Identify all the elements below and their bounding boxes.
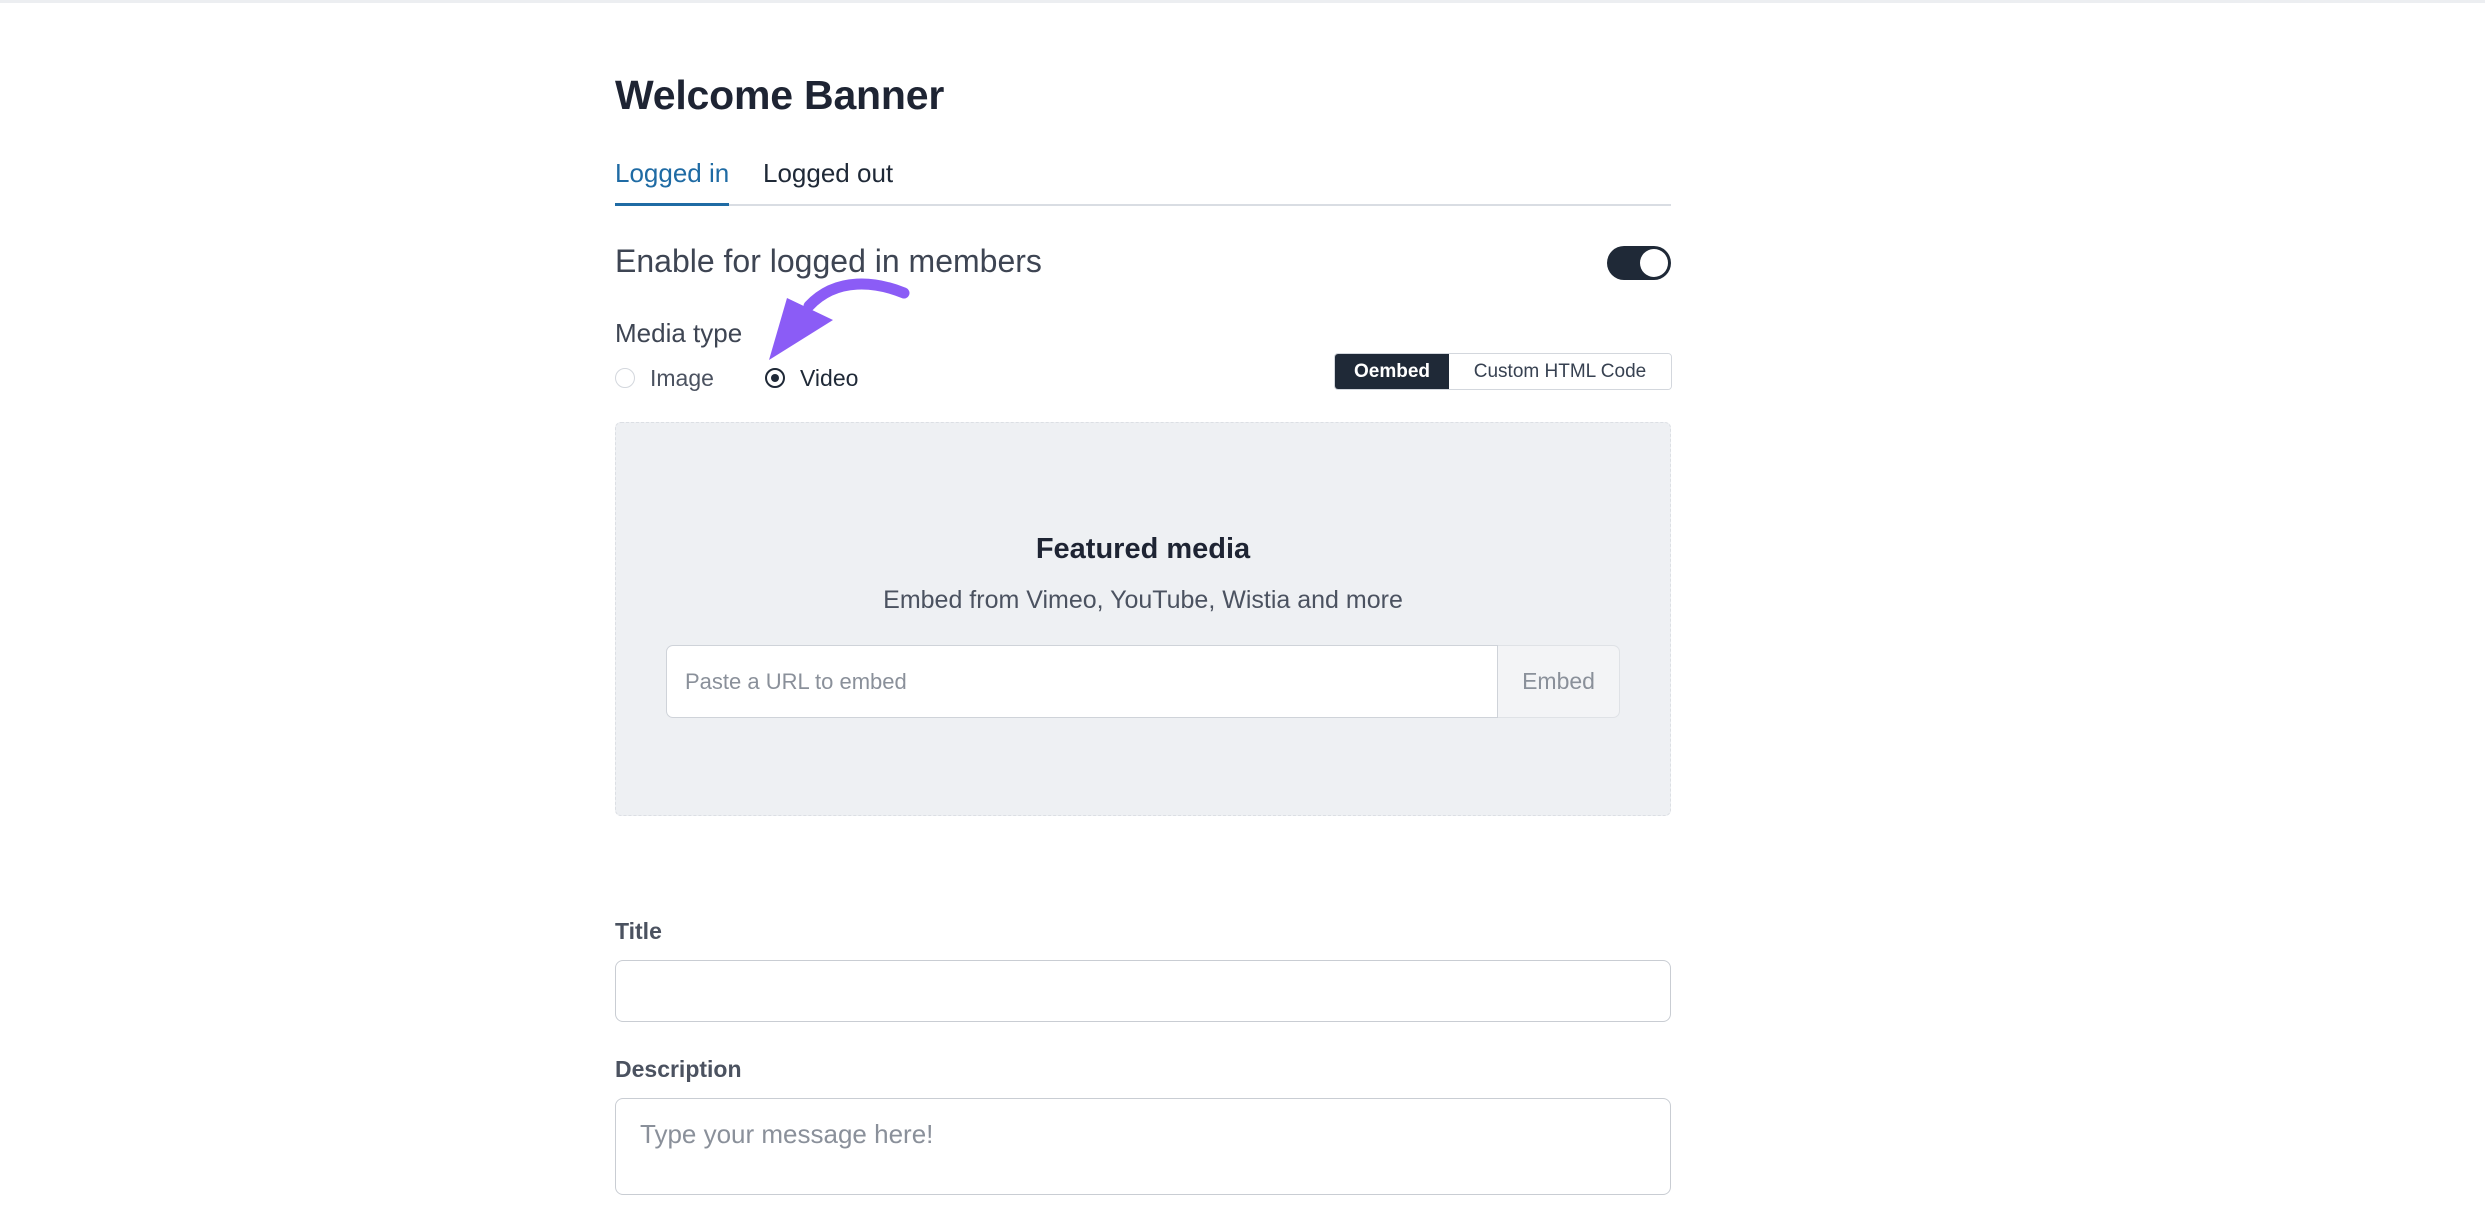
tab-logged-in[interactable]: Logged in [615, 158, 730, 206]
media-type-label: Media type [615, 318, 743, 348]
annotation-arrow-icon [769, 278, 910, 360]
enable-heading: Enable for logged in members [615, 243, 1042, 279]
radio-image-dot[interactable] [615, 368, 635, 388]
embed-mode-switch: Oembed Custom HTML Code [1334, 353, 1672, 390]
title-input[interactable] [615, 960, 1671, 1022]
tab-logged-out[interactable]: Logged out [763, 158, 893, 203]
featured-media-panel: Featured media Embed from Vimeo, YouTube… [615, 422, 1671, 816]
toggle-knob [1640, 249, 1668, 277]
embed-url-input[interactable] [666, 645, 1498, 718]
featured-media-subtitle: Embed from Vimeo, YouTube, Wistia and mo… [883, 586, 1403, 614]
embed-button[interactable]: Embed [1498, 645, 1620, 718]
featured-media-title: Featured media [1035, 533, 1251, 565]
enable-toggle[interactable] [1607, 246, 1671, 280]
tab-bar: Logged in Logged out [615, 150, 1671, 206]
radio-image[interactable]: Image [615, 365, 714, 391]
top-divider [0, 0, 2485, 3]
custom-html-button[interactable]: Custom HTML Code [1449, 354, 1671, 389]
radio-image-label: Image [650, 364, 714, 391]
description-textarea[interactable] [615, 1098, 1671, 1195]
description-label: Description [615, 1056, 742, 1082]
page-title: Welcome Banner [615, 72, 945, 118]
title-label: Title [615, 918, 662, 944]
oembed-button[interactable]: Oembed [1335, 354, 1449, 389]
